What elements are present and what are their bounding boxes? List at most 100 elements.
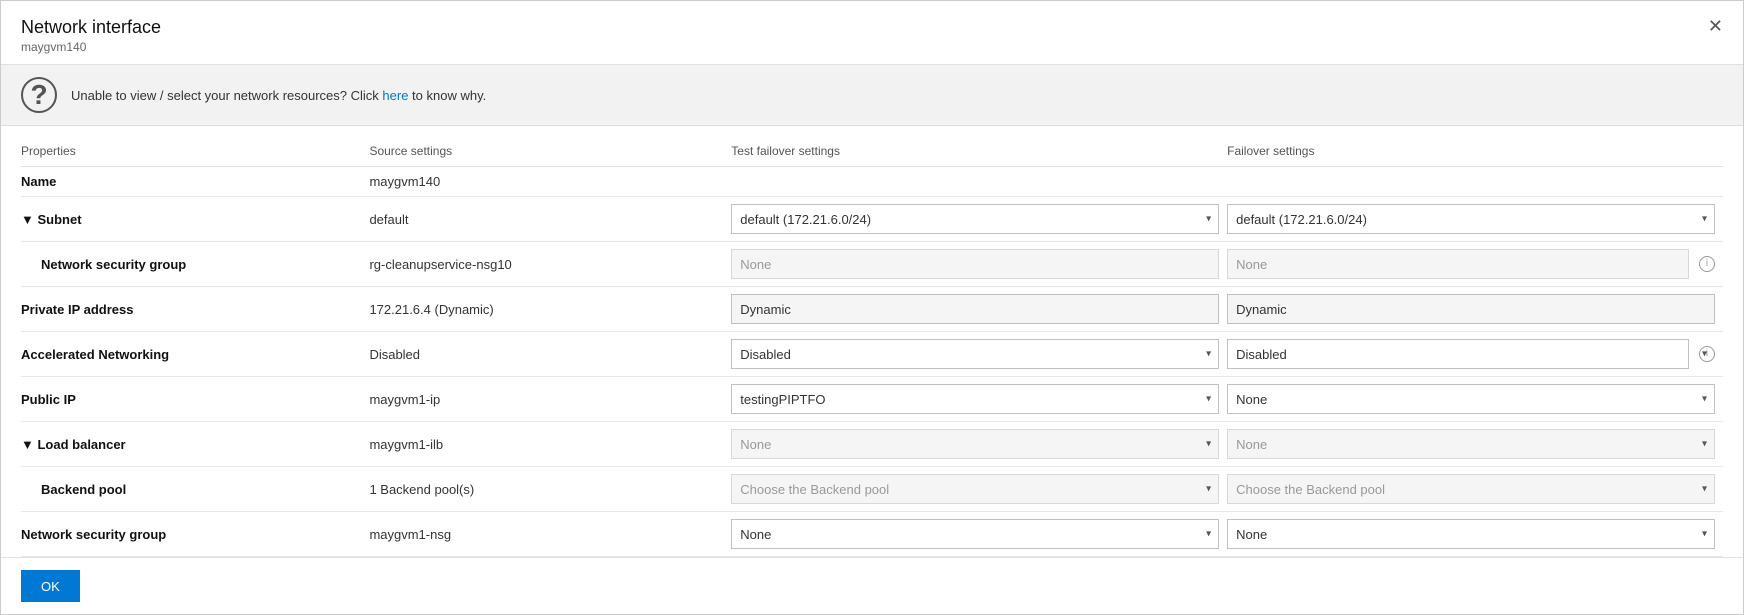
failover-cell-nsg: Nonei: [1227, 242, 1723, 287]
table-container: Properties Source settings Test failover…: [1, 126, 1743, 557]
col-header-properties: Properties: [21, 136, 369, 167]
failover-info-icon-nsg: i: [1699, 256, 1715, 272]
table-row-subnet: ▼ Subnet default default (172.21.6.0/24)No…: [21, 197, 1723, 242]
banner-text-before: Unable to view / select your network res…: [71, 88, 382, 103]
prop-label-private_ip: Private IP address: [21, 302, 134, 317]
failover-select-backend_pool[interactable]: Choose the Backend pool: [1227, 474, 1715, 504]
test-cell-private_ip: [731, 287, 1227, 332]
test-cell-subnet: default (172.21.6.0/24)None▾: [731, 197, 1227, 242]
prop-cell-private_ip: Private IP address: [21, 287, 369, 332]
banner-link[interactable]: here: [382, 88, 408, 103]
test-select-nsg2[interactable]: None: [731, 519, 1219, 549]
close-button[interactable]: ✕: [1708, 17, 1723, 35]
source-value-name: maygvm140: [369, 174, 440, 189]
table-row-nsg2: Network security groupmaygvm1-nsgNone▾No…: [21, 512, 1723, 557]
source-value-private_ip: 172.21.6.4 (Dynamic): [369, 302, 493, 317]
prop-label-backend_pool: Backend pool: [21, 482, 126, 497]
prop-label-subnet: ▼ Subnet: [21, 212, 82, 227]
failover-cell-nsg2: None▾: [1227, 512, 1723, 557]
prop-label-load_balancer: ▼ Load balancer: [21, 437, 126, 452]
prop-cell-nsg: Network security group: [21, 242, 369, 287]
col-header-failover: Failover settings: [1227, 136, 1723, 167]
failover-select-accel_net[interactable]: DisabledEnabled: [1227, 339, 1689, 369]
test-select-backend_pool[interactable]: Choose the Backend pool: [731, 474, 1219, 504]
source-value-nsg2: maygvm1-nsg: [369, 527, 451, 542]
source-cell-load_balancer: maygvm1-ilb: [369, 422, 731, 467]
prop-cell-subnet: ▼ Subnet: [21, 197, 369, 242]
failover-select-public_ip[interactable]: NonetestingPIPTFO: [1227, 384, 1715, 414]
test-select-accel_net[interactable]: DisabledEnabled: [731, 339, 1219, 369]
failover-select-nsg2[interactable]: None: [1227, 519, 1715, 549]
test-cell-name: [731, 167, 1227, 197]
table-row-backend_pool: Backend pool 1 Backend pool(s) Choose the …: [21, 467, 1723, 512]
source-value-backend_pool: 1 Backend pool(s): [369, 482, 474, 497]
table-row-name: Name maygvm140: [21, 167, 1723, 197]
source-cell-subnet: default: [369, 197, 731, 242]
prop-cell-nsg2: Network security group: [21, 512, 369, 557]
source-cell-name: maygvm140: [369, 167, 731, 197]
dialog-footer: OK: [1, 557, 1743, 614]
failover-cell-subnet: default (172.21.6.0/24)None▾: [1227, 197, 1723, 242]
prop-cell-accel_net: Accelerated Networking: [21, 332, 369, 377]
failover-input-private_ip[interactable]: [1227, 294, 1715, 324]
failover-select-load_balancer[interactable]: None: [1227, 429, 1715, 459]
failover-cell-name: [1227, 167, 1723, 197]
prop-label-nsg: Network security group: [21, 257, 186, 272]
test-cell-nsg: None: [731, 242, 1227, 287]
dialog-subtitle: maygvm140: [21, 40, 161, 54]
source-value-public_ip: maygvm1-ip: [369, 392, 440, 407]
failover-cell-load_balancer: None▾: [1227, 422, 1723, 467]
test-static-nsg: None: [731, 249, 1219, 279]
table-body: Name maygvm140 ▼ Subnet default default (172…: [21, 167, 1723, 557]
failover-select-subnet[interactable]: default (172.21.6.0/24)None: [1227, 204, 1715, 234]
source-cell-backend_pool: 1 Backend pool(s): [369, 467, 731, 512]
test-cell-accel_net: DisabledEnabled▾: [731, 332, 1227, 377]
failover-cell-accel_net: DisabledEnabled▾i: [1227, 332, 1723, 377]
prop-cell-name: Name: [21, 167, 369, 197]
test-cell-load_balancer: None▾: [731, 422, 1227, 467]
test-cell-nsg2: None▾: [731, 512, 1227, 557]
network-interface-dialog: Network interface maygvm140 ✕ ? Unable t…: [0, 0, 1744, 615]
source-value-nsg: rg-cleanupservice-nsg10: [369, 257, 511, 272]
ok-button[interactable]: OK: [21, 570, 80, 602]
col-header-source: Source settings: [369, 136, 731, 167]
table-row-nsg: Network security group rg-cleanupservice-…: [21, 242, 1723, 287]
source-cell-nsg2: maygvm1-nsg: [369, 512, 731, 557]
source-cell-public_ip: maygvm1-ip: [369, 377, 731, 422]
failover-cell-private_ip: [1227, 287, 1723, 332]
failover-cell-backend_pool: Choose the Backend pool▾: [1227, 467, 1723, 512]
test-input-private_ip[interactable]: [731, 294, 1219, 324]
dialog-header: Network interface maygvm140 ✕: [1, 1, 1743, 65]
source-cell-private_ip: 172.21.6.4 (Dynamic): [369, 287, 731, 332]
source-value-load_balancer: maygvm1-ilb: [369, 437, 443, 452]
test-select-subnet[interactable]: default (172.21.6.0/24)None: [731, 204, 1219, 234]
failover-static-nsg: None: [1227, 249, 1689, 279]
table-header-row: Properties Source settings Test failover…: [21, 136, 1723, 167]
question-mark-icon: ?: [21, 77, 57, 113]
table-row-public_ip: Public IP maygvm1-ip testingPIPTFONone▾Non…: [21, 377, 1723, 422]
banner-text-after: to know why.: [408, 88, 486, 103]
settings-table: Properties Source settings Test failover…: [21, 136, 1723, 557]
failover-info-icon-accel_net: i: [1699, 346, 1715, 362]
source-value-subnet: default: [369, 212, 408, 227]
table-row-accel_net: Accelerated Networking Disabled DisabledEn…: [21, 332, 1723, 377]
prop-label-accel_net: Accelerated Networking: [21, 347, 169, 362]
info-banner: ? Unable to view / select your network r…: [1, 65, 1743, 126]
prop-label-name: Name: [21, 174, 56, 189]
prop-label-public_ip: Public IP: [21, 392, 76, 407]
col-header-test-failover: Test failover settings: [731, 136, 1227, 167]
prop-label-nsg2: Network security group: [21, 527, 166, 542]
dialog-title-block: Network interface maygvm140: [21, 17, 161, 54]
table-row-private_ip: Private IP address 172.21.6.4 (Dynamic): [21, 287, 1723, 332]
prop-cell-load_balancer: ▼ Load balancer: [21, 422, 369, 467]
table-row-load_balancer: ▼ Load balancer maygvm1-ilb None▾None▾: [21, 422, 1723, 467]
source-cell-nsg: rg-cleanupservice-nsg10: [369, 242, 731, 287]
source-cell-accel_net: Disabled: [369, 332, 731, 377]
test-cell-backend_pool: Choose the Backend pool▾: [731, 467, 1227, 512]
test-select-public_ip[interactable]: testingPIPTFONone: [731, 384, 1219, 414]
source-value-accel_net: Disabled: [369, 347, 420, 362]
banner-text: Unable to view / select your network res…: [71, 88, 486, 103]
dialog-title: Network interface: [21, 17, 161, 38]
test-cell-public_ip: testingPIPTFONone▾: [731, 377, 1227, 422]
test-select-load_balancer[interactable]: None: [731, 429, 1219, 459]
